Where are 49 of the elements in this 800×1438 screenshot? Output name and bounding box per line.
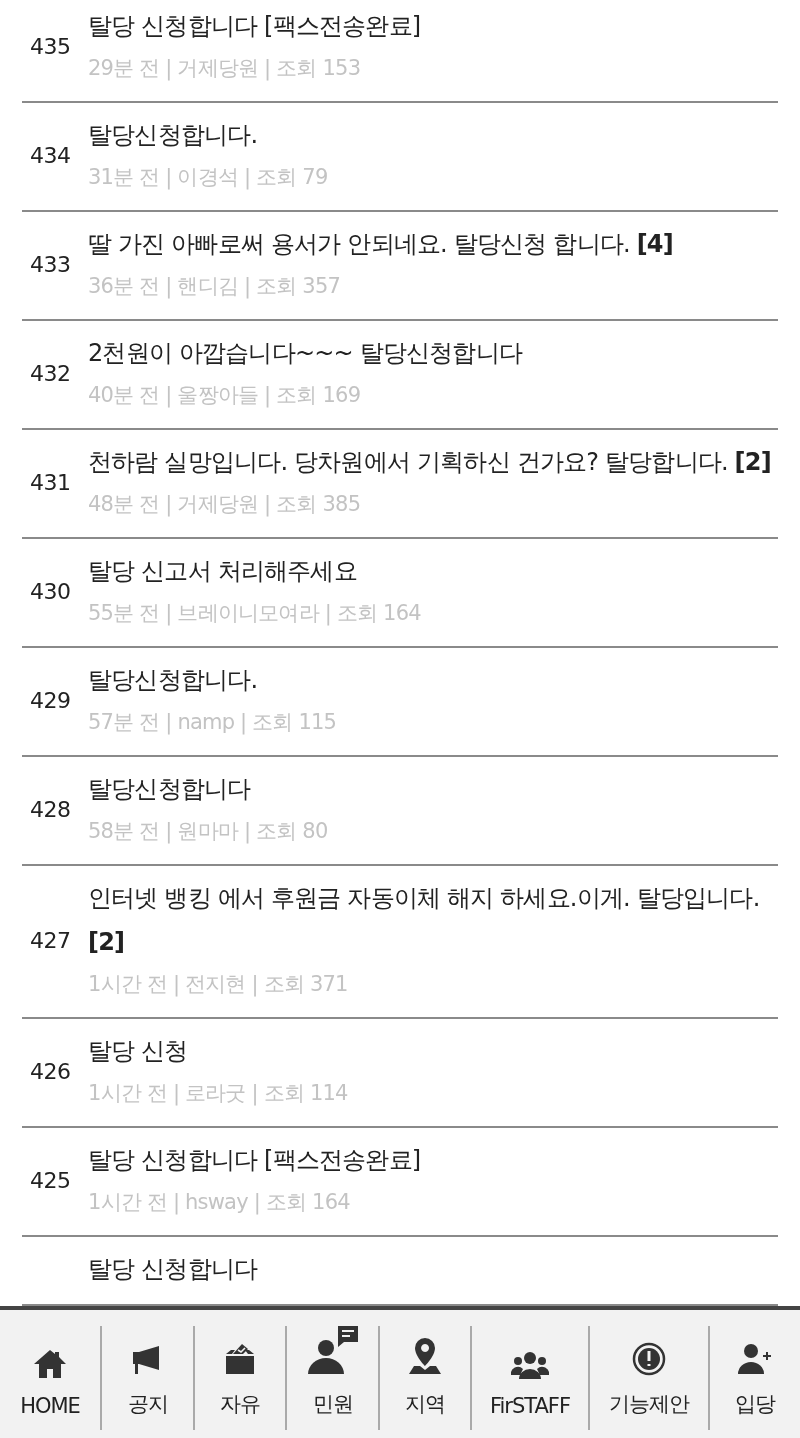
ballot-box-icon[interactable] — [223, 1342, 257, 1376]
post-meta: 31분 전 | 이경석 | 조회 79 — [88, 164, 329, 192]
post-meta: 1시간 전 | 전지현 | 조회 371 — [88, 971, 349, 999]
post-title[interactable]: 탈당신청합니다 — [88, 767, 778, 811]
nav-item-label[interactable]: 지역 — [405, 1390, 445, 1418]
group-icon[interactable] — [511, 1350, 549, 1380]
post-number: 429 — [29, 687, 72, 713]
nav-item-label[interactable]: 입당 — [735, 1390, 775, 1418]
post-title[interactable]: 2천원이 아깝습니다~~~ 탈당신청합니다 — [88, 331, 778, 375]
nav-item-label[interactable]: HOME — [20, 1394, 80, 1418]
post-title[interactable]: 탈당신청합니다. — [88, 658, 778, 702]
post-number: 435 — [29, 33, 72, 59]
post-number: 434 — [29, 142, 72, 168]
post-title[interactable]: 탈당신청합니다. — [88, 113, 778, 157]
nav-item-label[interactable]: FirSTAFF — [489, 1394, 571, 1418]
post-number: 425 — [29, 1167, 72, 1193]
nav-item-label[interactable]: 공지 — [127, 1390, 168, 1418]
post-title[interactable]: 인터넷 뱅킹 에서 후원금 자동이체 해지 하세요.이게. 탈당입니다. [2] — [88, 876, 778, 964]
map-pin-icon[interactable] — [407, 1336, 443, 1376]
post-title[interactable]: 탈당 신청합니다 [팩스전송완료] — [88, 4, 778, 48]
post-meta: 57분 전 | namp | 조회 115 — [88, 709, 338, 737]
post-number: 427 — [29, 927, 72, 953]
post-number: 430 — [29, 578, 72, 604]
post-meta: 29분 전 | 거제당원 | 조회 153 — [88, 55, 362, 83]
exclamation-icon[interactable] — [632, 1342, 666, 1376]
post-meta: 40분 전 | 울짱아들 | 조회 169 — [88, 382, 362, 410]
post-title[interactable]: 탈당 신고서 처리해주세요 — [88, 549, 778, 593]
post-meta: 1시간 전 | 로라굿 | 조회 114 — [88, 1080, 349, 1108]
post-number: 431 — [29, 469, 72, 495]
post-number: 432 — [29, 360, 72, 386]
post-number: 428 — [29, 796, 72, 822]
post-title[interactable]: 천하람 실망입니다. 당차원에서 기획하신 건가요? 탈당합니다. [2] — [88, 440, 778, 484]
nav-item-label[interactable]: 자유 — [220, 1390, 260, 1418]
post-meta: 48분 전 | 거제당원 | 조회 385 — [88, 491, 362, 519]
post-meta: 58분 전 | 원마마 | 조회 80 — [88, 818, 329, 846]
post-meta: 55분 전 | 브레이니모여라 | 조회 164 — [88, 600, 422, 628]
post-number: 426 — [29, 1058, 72, 1084]
post-title[interactable]: 딸 가진 아빠로써 용서가 안되네요. 탈당신청 합니다. [4] — [88, 222, 778, 266]
person-speech-icon[interactable] — [307, 1326, 358, 1376]
nav-item-label[interactable]: 기능제안 — [609, 1390, 689, 1418]
home-icon[interactable] — [32, 1348, 68, 1380]
post-title[interactable]: 탈당 신청 — [88, 1029, 778, 1073]
add-user-icon[interactable] — [738, 1342, 772, 1376]
nav-item-label[interactable]: 민원 — [312, 1390, 353, 1418]
post-number: 433 — [29, 251, 72, 277]
post-meta: 1시간 전 | hsway | 조회 164 — [88, 1189, 351, 1217]
post-meta: 36분 전 | 핸디김 | 조회 357 — [88, 273, 341, 301]
post-title[interactable]: 탈당 신청합니다 — [88, 1247, 778, 1291]
post-title[interactable]: 탈당 신청합니다 [팩스전송완료] — [88, 1138, 778, 1182]
